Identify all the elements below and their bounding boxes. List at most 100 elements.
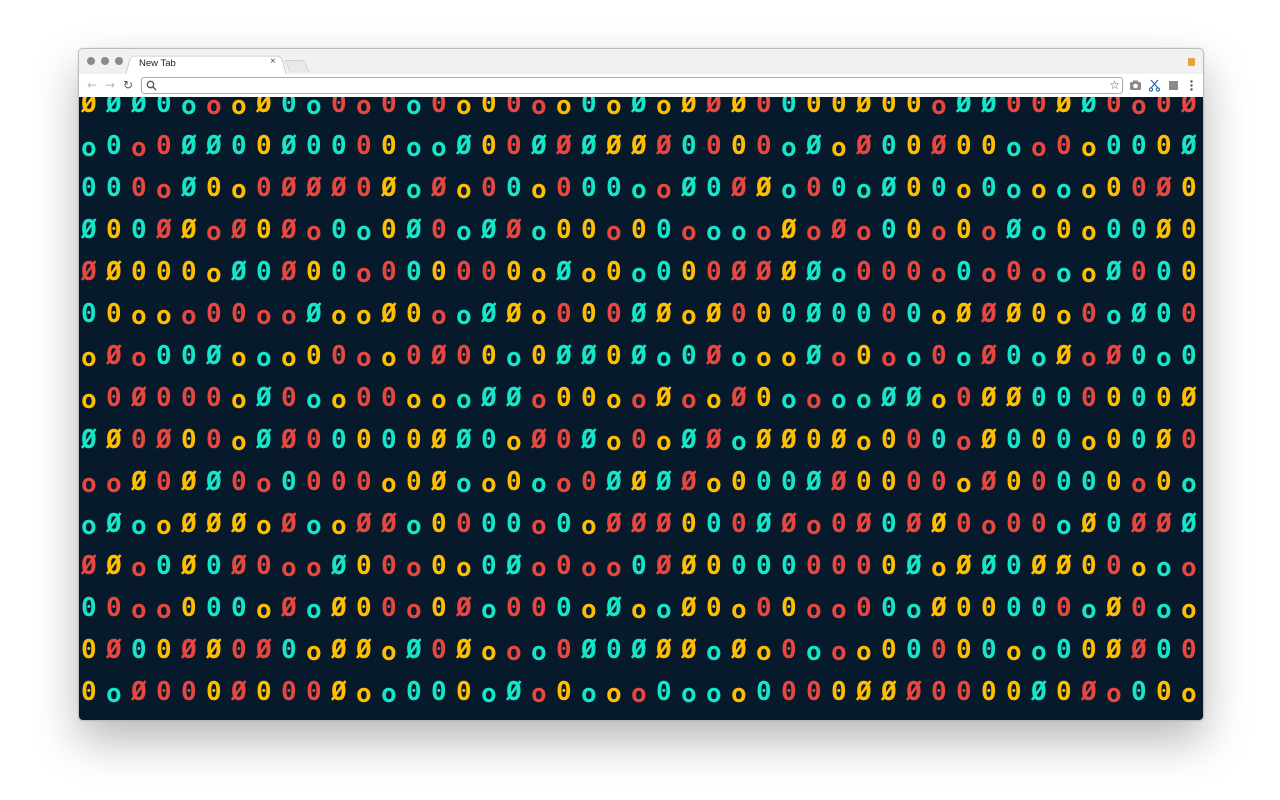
zero-glyph: Ø [906, 509, 922, 539]
zero-glyph: Ø [1031, 551, 1047, 581]
zero-glyph: 0 [931, 467, 947, 497]
zero-glyph: o [156, 595, 172, 625]
zero-glyph: o [631, 595, 647, 625]
zero-glyph: Ø [1106, 593, 1122, 623]
zero-glyph: 0 [1006, 425, 1022, 455]
square-icon[interactable] [1167, 79, 1180, 92]
zero-glyph: 0 [1131, 257, 1147, 287]
zero-glyph: 0 [131, 635, 147, 665]
zero-glyph: Ø [1181, 97, 1197, 119]
zero-glyph: 0 [606, 299, 622, 329]
zero-glyph: o [581, 259, 597, 289]
zero-glyph: 0 [331, 425, 347, 455]
tab-close-button[interactable]: × [270, 57, 276, 67]
back-button[interactable]: ← [85, 78, 99, 92]
zero-glyph: o [231, 97, 247, 121]
zero-glyph: o [206, 97, 222, 121]
zero-glyph: 0 [631, 215, 647, 245]
zero-glyph: o [231, 385, 247, 415]
zero-glyph: o [406, 97, 422, 121]
zero-glyph: Ø [881, 677, 897, 707]
zero-glyph: 0 [856, 257, 872, 287]
zero-glyph: o [331, 385, 347, 415]
zero-glyph: 0 [1106, 215, 1122, 245]
zero-glyph: o [956, 175, 972, 205]
address-bar[interactable]: ☆ [141, 77, 1123, 94]
zero-glyph: Ø [981, 341, 997, 371]
zero-glyph: 0 [406, 257, 422, 287]
zero-glyph: 0 [1056, 131, 1072, 161]
zero-glyph: Ø [556, 341, 572, 371]
zero-glyph: Ø [481, 383, 497, 413]
zero-glyph: Ø [531, 131, 547, 161]
zero-glyph: Ø [181, 635, 197, 665]
zero-glyph: 0 [106, 173, 122, 203]
scissors-icon[interactable] [1148, 79, 1161, 92]
profile-icon[interactable] [1188, 58, 1195, 66]
zero-glyph: 0 [156, 677, 172, 707]
forward-button[interactable]: → [103, 78, 117, 92]
zero-glyph: 0 [781, 635, 797, 665]
zero-glyph: 0 [606, 173, 622, 203]
zero-glyph: 0 [731, 551, 747, 581]
zero-glyph: o [606, 679, 622, 709]
zero-glyph: o [956, 343, 972, 373]
zero-glyph: Ø [1056, 341, 1072, 371]
zero-glyph: 0 [356, 467, 372, 497]
zero-glyph: o [956, 427, 972, 457]
zero-glyph: Ø [431, 467, 447, 497]
menu-dots-icon[interactable] [1185, 79, 1198, 92]
zero-glyph: 0 [906, 215, 922, 245]
zero-glyph: o [606, 553, 622, 583]
zero-glyph: Ø [381, 299, 397, 329]
zero-glyph: o [356, 97, 372, 121]
zero-glyph: 0 [456, 509, 472, 539]
toolbar: ← → ↻ ☆ [79, 74, 1203, 98]
zero-glyph: o [456, 175, 472, 205]
minimize-window-button[interactable] [101, 57, 109, 65]
zero-glyph: Ø [781, 257, 797, 287]
zero-glyph: o [1006, 637, 1022, 667]
zero-glyph: 0 [881, 551, 897, 581]
zero-glyph: 0 [156, 551, 172, 581]
zero-glyph: o [406, 385, 422, 415]
zero-glyph: Ø [306, 173, 322, 203]
zero-glyph: 0 [356, 383, 372, 413]
zero-glyph: 0 [831, 677, 847, 707]
zero-glyph: Ø [831, 467, 847, 497]
zero-glyph: Ø [806, 467, 822, 497]
zero-glyph: Ø [681, 551, 697, 581]
zero-glyph: Ø [506, 383, 522, 413]
address-input[interactable] [162, 78, 1092, 93]
zero-glyph: 0 [281, 635, 297, 665]
zero-glyph: o [1031, 175, 1047, 205]
zero-glyph: 0 [481, 131, 497, 161]
zero-glyph: 0 [1156, 467, 1172, 497]
zero-glyph: 0 [506, 257, 522, 287]
zero-glyph: o [981, 259, 997, 289]
zero-glyph: 0 [831, 299, 847, 329]
zero-glyph: Ø [206, 467, 222, 497]
close-window-button[interactable] [87, 57, 95, 65]
maximize-window-button[interactable] [115, 57, 123, 65]
zero-glyph: o [206, 217, 222, 247]
zero-glyph: 0 [1156, 383, 1172, 413]
zero-glyph: 0 [1031, 299, 1047, 329]
star-icon[interactable]: ☆ [1109, 78, 1120, 93]
zero-glyph: o [531, 175, 547, 205]
zero-glyph: o [1056, 301, 1072, 331]
zero-glyph: 0 [506, 593, 522, 623]
zero-glyph: 0 [331, 215, 347, 245]
zero-glyph: Ø [1156, 425, 1172, 455]
zero-glyph: Ø [281, 173, 297, 203]
zero-glyph: 0 [1006, 257, 1022, 287]
zero-glyph: 0 [681, 131, 697, 161]
zero-glyph: o [706, 469, 722, 499]
zero-glyph: 0 [881, 131, 897, 161]
zero-glyph: o [806, 595, 822, 625]
zero-glyph: Ø [806, 299, 822, 329]
zero-glyph: Ø [656, 131, 672, 161]
new-tab-button[interactable] [284, 60, 310, 72]
camera-icon[interactable] [1129, 79, 1142, 92]
reload-button[interactable]: ↻ [121, 78, 135, 92]
